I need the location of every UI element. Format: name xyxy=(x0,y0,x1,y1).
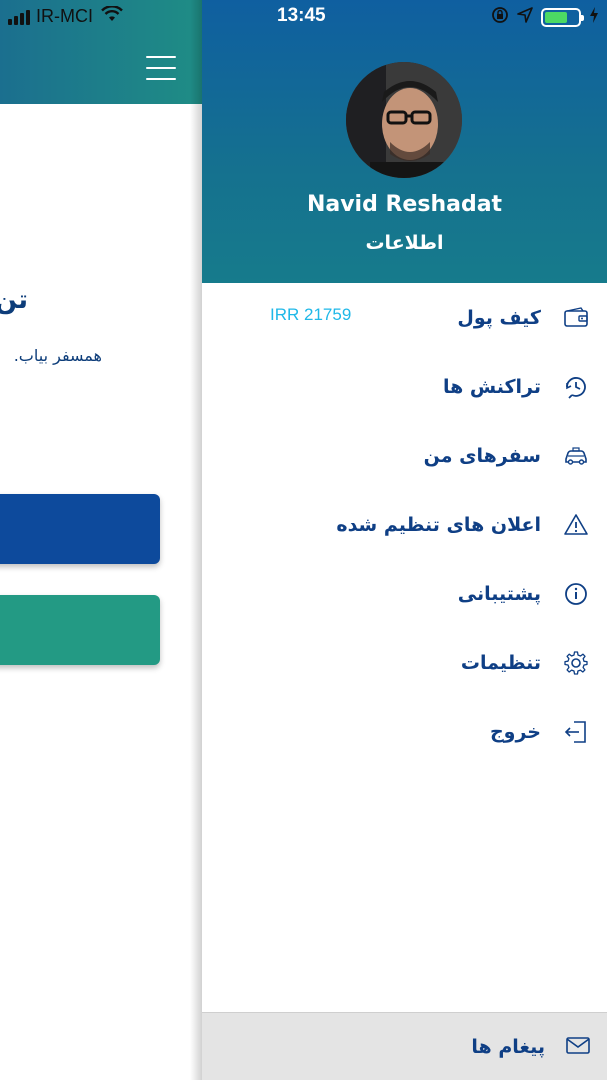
mail-icon xyxy=(565,1032,591,1062)
primary-button[interactable] xyxy=(0,494,160,564)
messages-label: پیغام ها xyxy=(471,1035,545,1058)
navigation-drawer: Navid Reshadat اطلاعات IRR 21759 کیف پول… xyxy=(202,0,607,1080)
menu-item-support[interactable]: پشتیبانی xyxy=(202,559,607,628)
user-info-link[interactable]: اطلاعات xyxy=(202,232,607,254)
menu-item-label: اعلان های تنظیم شده xyxy=(336,513,541,536)
menu-item-logout[interactable]: خروج xyxy=(202,697,607,766)
user-name: Navid Reshadat xyxy=(306,192,503,217)
alert-icon xyxy=(561,510,591,540)
gear-icon xyxy=(561,648,591,678)
orientation-lock-icon xyxy=(491,6,509,29)
drawer-shadow xyxy=(190,0,202,1080)
page-heading: تن xyxy=(0,285,28,315)
history-icon xyxy=(561,372,591,402)
info-icon xyxy=(561,579,591,609)
battery-icon xyxy=(541,8,584,27)
messages-bar[interactable]: پیغام ها xyxy=(202,1012,607,1080)
menu-item-label: خروج xyxy=(489,720,541,743)
avatar[interactable] xyxy=(346,62,462,178)
status-time: 13:45 xyxy=(277,5,326,26)
menu-item-alerts[interactable]: اعلان های تنظیم شده xyxy=(202,490,607,559)
carrier-name: IR-MCI xyxy=(36,6,93,26)
menu-item-transactions[interactable]: تراکنش ها xyxy=(202,352,607,421)
menu-item-label: کیف پول xyxy=(457,306,541,329)
menu-item-label: تنظیمات xyxy=(460,651,541,674)
location-icon xyxy=(517,7,533,28)
signal-icon xyxy=(8,9,30,25)
secondary-button[interactable] xyxy=(0,595,160,665)
wifi-icon xyxy=(101,5,123,27)
menu-icon[interactable] xyxy=(146,56,176,80)
status-bar: IR-MCI 13:45 xyxy=(0,0,607,34)
logout-icon xyxy=(561,717,591,747)
menu-item-label: سفرهای من xyxy=(423,444,541,467)
background-screen: تن همسفر بیاب. xyxy=(0,0,202,1080)
drawer-header: Navid Reshadat اطلاعات xyxy=(202,0,607,283)
menu-item-wallet[interactable]: IRR 21759 کیف پول xyxy=(202,283,607,352)
menu-item-my-trips[interactable]: سفرهای من xyxy=(202,421,607,490)
drawer-menu: IRR 21759 کیف پول تراکنش ها سفرهای من اع… xyxy=(202,283,607,766)
menu-item-label: تراکنش ها xyxy=(442,375,541,398)
taxi-icon xyxy=(561,441,591,471)
page-subtext: همسفر بیاب. xyxy=(13,346,102,365)
wallet-icon xyxy=(561,303,591,333)
menu-item-settings[interactable]: تنظیمات xyxy=(202,628,607,697)
wallet-balance: IRR 21759 xyxy=(270,305,352,324)
charging-icon xyxy=(589,7,599,28)
menu-item-label: پشتیبانی xyxy=(457,582,541,605)
